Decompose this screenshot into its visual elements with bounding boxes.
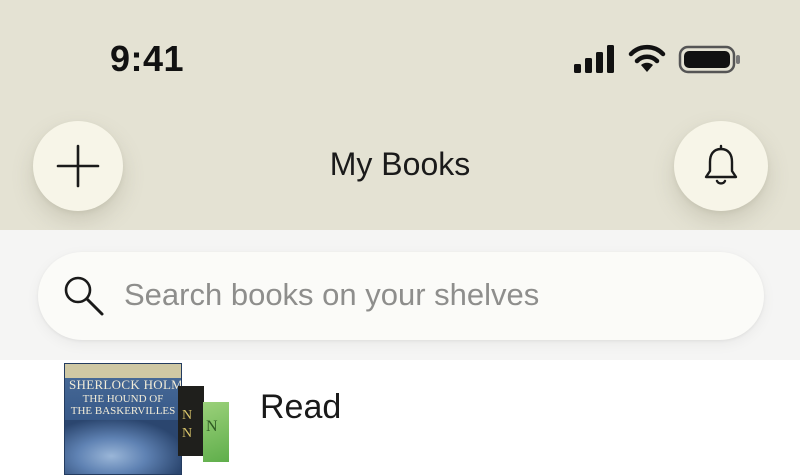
cover-series: SHERLOCK HOLMES bbox=[69, 377, 182, 392]
cover-title-line-1: THE HOUND OF bbox=[82, 393, 164, 405]
cover-artwork bbox=[65, 420, 181, 474]
shelf-name: Read bbox=[260, 388, 342, 426]
book-cover-green: N bbox=[203, 402, 229, 462]
book-cover: SHERLOCK HOLMES THE HOUND OF THE BASKERV… bbox=[64, 363, 182, 475]
bell-icon bbox=[704, 144, 738, 185]
search-input[interactable] bbox=[124, 270, 724, 320]
cover-title-line-2: THE BASKERVILLES bbox=[70, 405, 176, 417]
battery-icon bbox=[678, 45, 740, 74]
search-icon bbox=[64, 276, 104, 316]
cellular-signal-icon bbox=[574, 45, 614, 73]
book-cover-dark: N N bbox=[178, 386, 204, 456]
wifi-icon bbox=[628, 44, 666, 72]
top-bar: 9:41 My Books bbox=[0, 0, 800, 230]
status-time: 9:41 bbox=[110, 38, 185, 79]
notifications-button[interactable] bbox=[674, 121, 768, 211]
cover-banner bbox=[65, 364, 181, 378]
